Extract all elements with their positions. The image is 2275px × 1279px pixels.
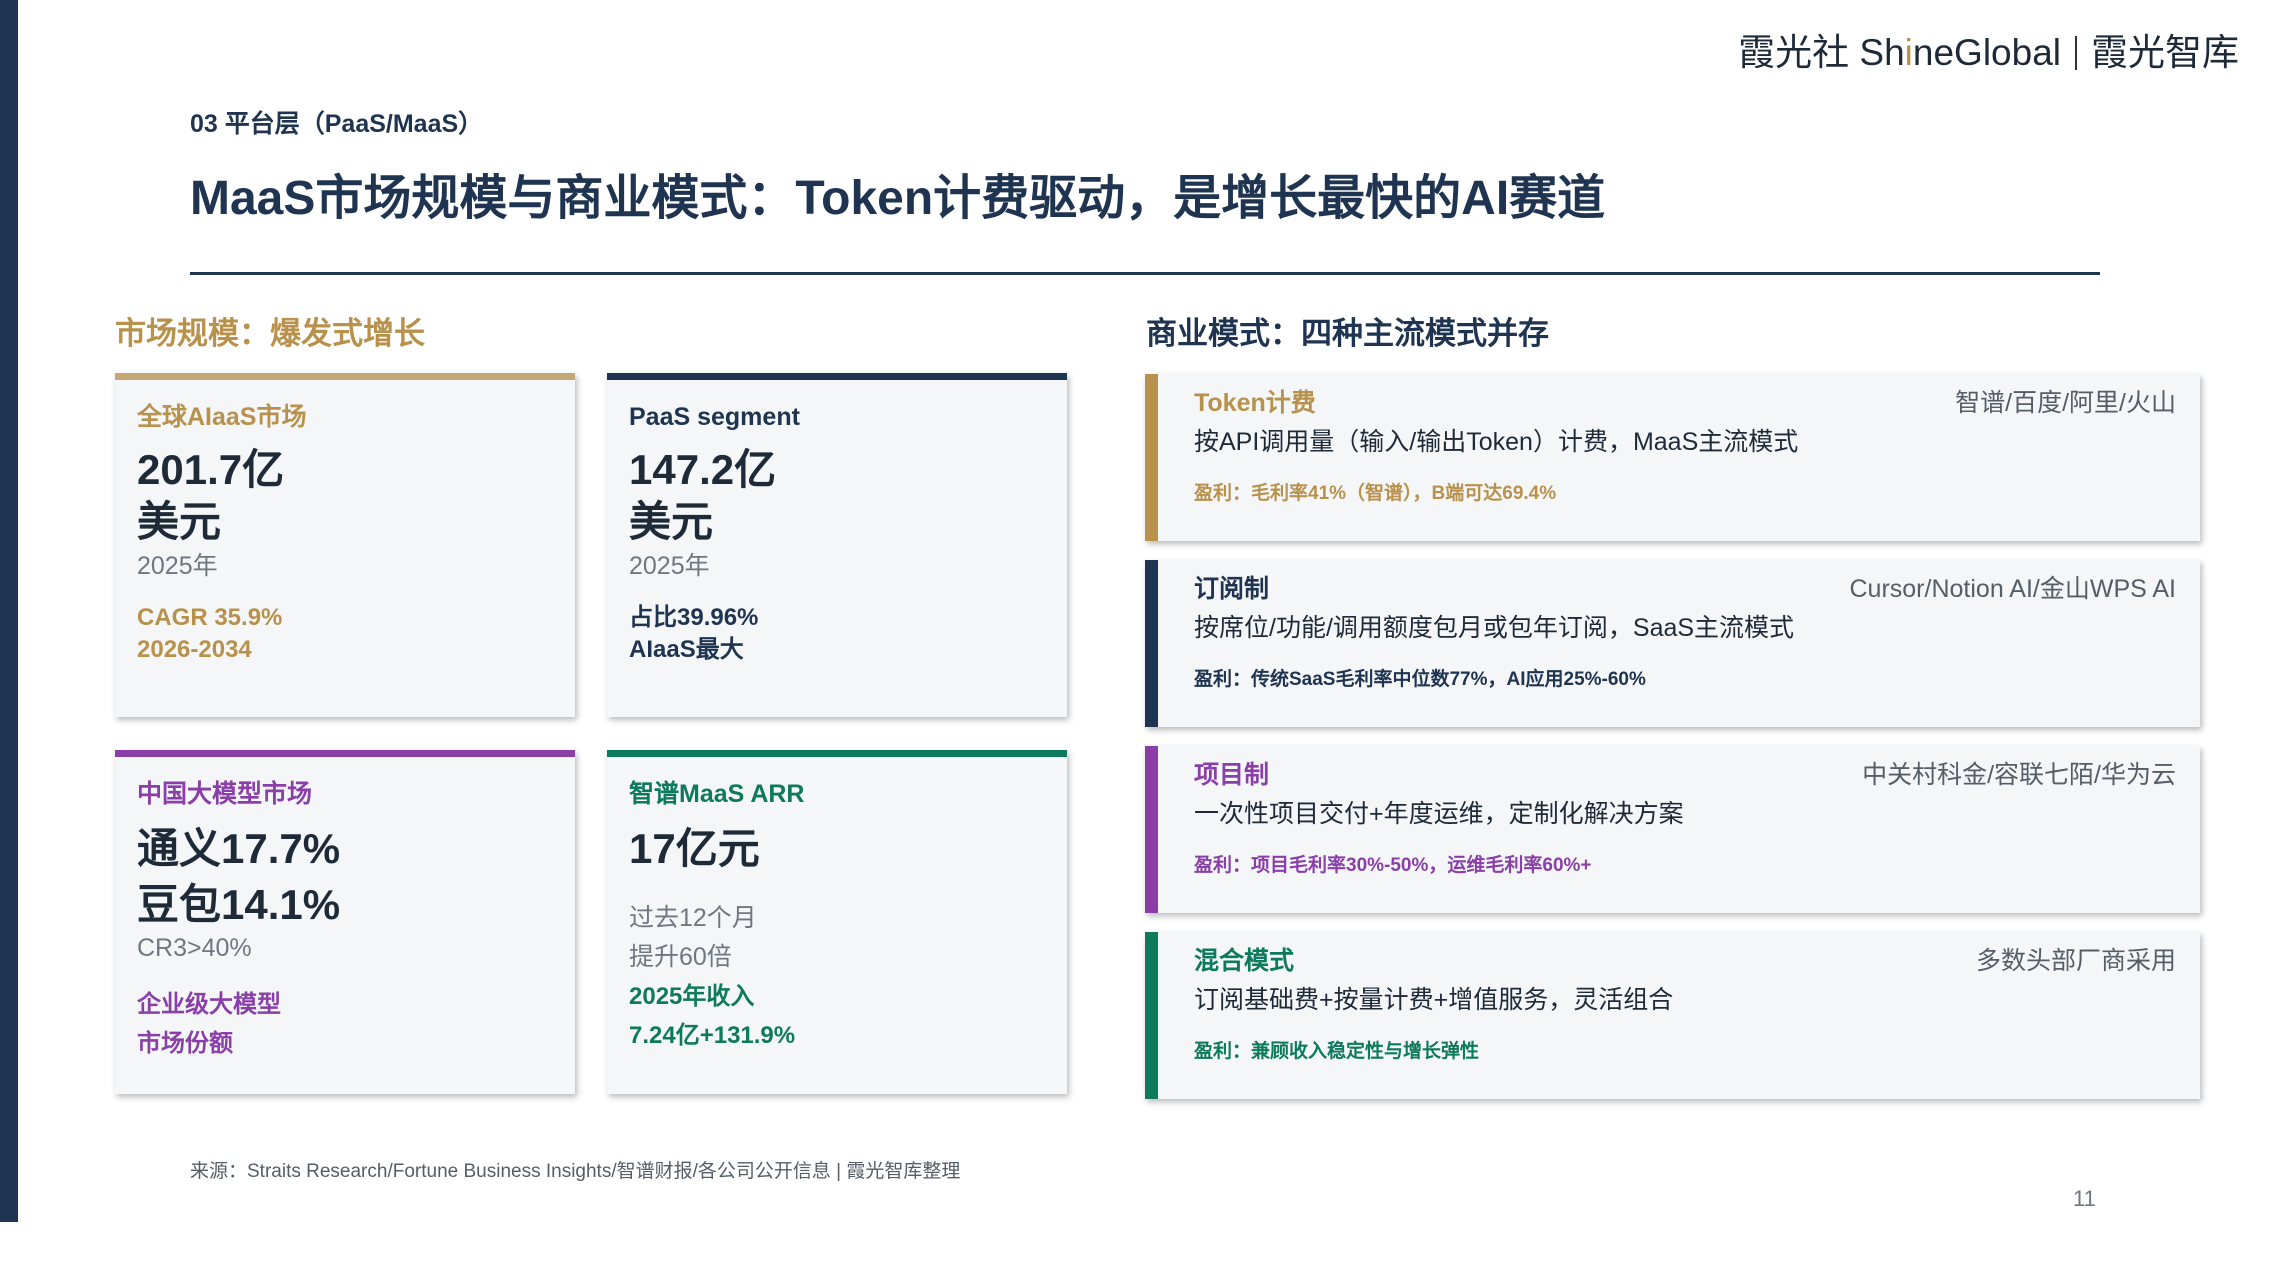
card-label: 全球AIaaS市场	[137, 403, 307, 431]
source-footnote: 来源：Straits Research/Fortune Business Ins…	[190, 1161, 961, 1182]
model-profit: 盈利：项目毛利率30%-50%，运维毛利率60%+	[1194, 855, 1592, 876]
model-companies: 多数头部厂商采用	[1975, 947, 2176, 975]
model-description: 按API调用量（输入/输出Token）计费，MaaS主流模式	[1194, 428, 1799, 456]
card-value: 17亿元	[629, 825, 760, 872]
model-profit: 盈利：毛利率41%（智谱），B端可达69.4%	[1194, 483, 1557, 504]
card-paas-segment: PaaS segment 147.2亿 美元 2025年 占比39.96% AI…	[607, 373, 1067, 717]
card-note-2: AIaaS最大	[629, 636, 744, 663]
card-label: 智谱MaaS ARR	[629, 780, 805, 808]
card-sub: 过去12个月	[629, 904, 757, 932]
card-global-aiaas: 全球AIaaS市场 201.7亿 美元 2025年 CAGR 35.9% 202…	[115, 373, 575, 717]
brand-logo: 霞光社 ShineGlobal 霞光智库	[1738, 22, 2239, 76]
market-size-heading: 市场规模：爆发式增长	[115, 316, 425, 351]
brand-text-3: 霞光智库	[2091, 32, 2239, 73]
model-name: 订阅制	[1194, 575, 1270, 603]
model-token-billing: Token计费 智谱/百度/阿里/火山 按API调用量（输入/输出Token）计…	[1145, 374, 2200, 541]
brand-text-2: neGlobal	[1912, 32, 2061, 73]
model-description: 一次性项目交付+年度运维，定制化解决方案	[1194, 800, 1684, 828]
left-accent-bar	[0, 0, 18, 1222]
card-value: 147.2亿	[629, 446, 777, 493]
card-year: 2025年	[137, 552, 218, 580]
model-companies: 中关村科金/容联七陌/华为云	[1862, 761, 2176, 789]
model-companies: 智谱/百度/阿里/火山	[1955, 389, 2176, 417]
page-number: 11	[2073, 1186, 2096, 1211]
model-description: 订阅基础费+按量计费+增值服务，灵活组合	[1194, 986, 1674, 1014]
card-note-2: 市场份额	[137, 1030, 233, 1057]
brand-text-1: 霞光社 Sh	[1738, 32, 1905, 73]
card-sub-2: 提升60倍	[629, 943, 732, 971]
card-cr3: CR3>40%	[137, 934, 252, 962]
section-label: 03 平台层（PaaS/MaaS）	[190, 110, 484, 138]
card-note-2: 7.24亿+131.9%	[629, 1022, 796, 1049]
card-note: 占比39.96%	[629, 604, 759, 631]
model-profit: 盈利：传统SaaS毛利率中位数77%，AI应用25%-60%	[1194, 669, 1646, 690]
card-note: 企业级大模型	[137, 991, 281, 1018]
card-note: 2025年收入	[629, 983, 755, 1010]
card-label: PaaS segment	[629, 403, 800, 431]
brand-text-hi: i	[1904, 32, 1913, 73]
card-value-unit: 美元	[137, 498, 222, 545]
model-name: 混合模式	[1194, 947, 1295, 975]
card-value: 201.7亿	[137, 446, 285, 493]
card-zhipu-maas-arr: 智谱MaaS ARR 17亿元 过去12个月 提升60倍 2025年收入 7.2…	[607, 750, 1067, 1094]
model-project-based: 项目制 中关村科金/容联七陌/华为云 一次性项目交付+年度运维，定制化解决方案 …	[1145, 746, 2200, 913]
brand-divider	[2075, 36, 2077, 70]
title-divider	[190, 272, 2100, 275]
card-label: 中国大模型市场	[137, 780, 313, 808]
card-note-2: 2026-2034	[137, 636, 252, 663]
card-year: 2025年	[629, 552, 710, 580]
card-china-llm-market: 中国大模型市场 通义17.7% 豆包14.1% CR3>40% 企业级大模型 市…	[115, 750, 575, 1094]
business-model-heading: 商业模式：四种主流模式并存	[1146, 316, 1549, 351]
model-profit: 盈利：兼顾收入稳定性与增长弹性	[1194, 1041, 1480, 1062]
model-hybrid: 混合模式 多数头部厂商采用 订阅基础费+按量计费+增值服务，灵活组合 盈利：兼顾…	[1145, 932, 2200, 1099]
model-description: 按席位/功能/调用额度包月或包年订阅，SaaS主流模式	[1194, 614, 1795, 642]
model-subscription: 订阅制 Cursor/Notion AI/金山WPS AI 按席位/功能/调用额…	[1145, 560, 2200, 727]
card-note: CAGR 35.9%	[137, 604, 283, 631]
card-value-unit: 美元	[629, 498, 714, 545]
card-value-2: 豆包14.1%	[137, 881, 341, 928]
model-companies: Cursor/Notion AI/金山WPS AI	[1849, 575, 2177, 603]
card-value: 通义17.7%	[137, 825, 341, 872]
page-title: MaaS市场规模与商业模式：Token计费驱动，是增长最快的AI赛道	[190, 172, 1606, 225]
model-name: 项目制	[1194, 761, 1270, 789]
model-name: Token计费	[1194, 389, 1316, 417]
